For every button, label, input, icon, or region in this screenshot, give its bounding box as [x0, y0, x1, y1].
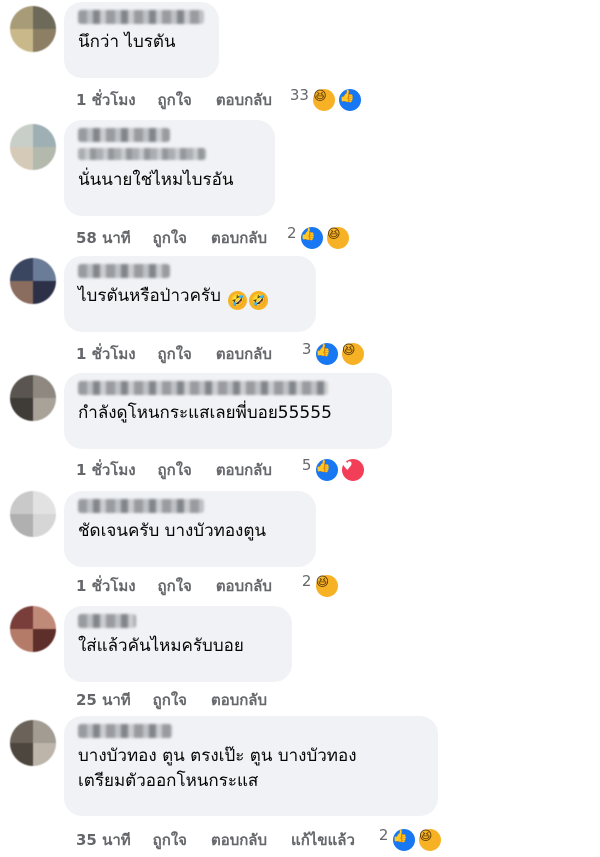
- like-reaction-icon: 👍: [313, 341, 340, 367]
- reply-button[interactable]: ตอบกลับ: [211, 226, 267, 250]
- like-reaction-icon: 👍: [313, 457, 340, 483]
- timestamp[interactable]: 1 ชั่วโมง: [76, 574, 136, 598]
- comment-text: กำลังดูโหนกระแสเลยพี่บอย55555: [78, 403, 332, 423]
- avatar[interactable]: [10, 124, 56, 170]
- blurred-author-name[interactable]: [78, 614, 136, 628]
- reply-button[interactable]: ตอบกลับ: [211, 688, 267, 712]
- haha-reaction-icon: 😆: [416, 827, 443, 853]
- avatar[interactable]: [10, 6, 56, 52]
- avatar[interactable]: [10, 491, 56, 537]
- blurred-author-name[interactable]: [78, 264, 170, 278]
- like-button[interactable]: ถูกใจ: [153, 226, 187, 250]
- comment-text: นึกว่า ไบรตัน: [78, 32, 176, 52]
- avatar[interactable]: [10, 720, 56, 766]
- rolling-laughing-emoji-icon: 🤣: [249, 291, 269, 310]
- comment-text: บางบัวทอง ตูน ตรงเป๊ะ ตูน บางบัวทอง เตรี…: [78, 746, 357, 791]
- timestamp[interactable]: 35 นาที: [76, 828, 131, 852]
- reaction-count: 33: [289, 86, 309, 104]
- reaction-count: 2: [378, 826, 389, 844]
- reply-button[interactable]: ตอบกลับ: [216, 458, 272, 482]
- reaction-count: 5: [301, 456, 312, 474]
- blurred-author-name[interactable]: [78, 381, 328, 395]
- comment-actions: 1 ชั่วโมง ถูกใจ ตอบกลับ 2 😆: [76, 572, 340, 599]
- blurred-author-name[interactable]: [78, 128, 170, 142]
- reply-button[interactable]: ตอบกลับ: [216, 574, 272, 598]
- reply-button[interactable]: ตอบกลับ: [216, 88, 272, 112]
- blurred-author-name: [78, 148, 206, 160]
- timestamp[interactable]: 1 ชั่วโมง: [76, 88, 136, 112]
- haha-reaction-icon: 😆: [339, 341, 366, 367]
- comment-bubble: ชัดเจนครับ บางบัวทองตูน: [64, 491, 316, 567]
- comment-actions: 1 ชั่วโมง ถูกใจ ตอบกลับ 3 👍 😆: [76, 340, 366, 367]
- like-button[interactable]: ถูกใจ: [158, 574, 192, 598]
- comment-bubble: บางบัวทอง ตูน ตรงเป๊ะ ตูน บางบัวทอง เตรี…: [64, 716, 438, 816]
- reply-button[interactable]: ตอบกลับ: [211, 828, 267, 852]
- rolling-laughing-emoji-icon: 🤣: [228, 291, 248, 310]
- reaction-count: 2: [287, 224, 297, 242]
- timestamp[interactable]: 1 ชั่วโมง: [76, 342, 136, 366]
- haha-reaction-icon: 😆: [311, 87, 338, 113]
- comment-bubble: นึกว่า ไบรตัน: [64, 2, 219, 78]
- blurred-author-name[interactable]: [78, 724, 172, 738]
- comment-actions: 25 นาที ถูกใจ ตอบกลับ: [76, 688, 291, 712]
- like-reaction-icon: 👍: [390, 827, 417, 853]
- comment-actions: 35 นาที ถูกใจ ตอบกลับ แก้ไขแล้ว 2 👍 😆: [76, 826, 443, 853]
- comment-actions: 1 ชั่วโมง ถูกใจ ตอบกลับ 33 😆 👍: [76, 86, 364, 113]
- blurred-author-name[interactable]: [78, 10, 204, 24]
- edited-label[interactable]: แก้ไขแล้ว: [291, 828, 355, 852]
- like-button[interactable]: ถูกใจ: [158, 342, 192, 366]
- haha-reaction-icon: 😆: [325, 225, 352, 251]
- reply-button[interactable]: ตอบกลับ: [216, 342, 272, 366]
- comment-text: นั่นนายใช่ไหมไบรอัน: [78, 170, 234, 190]
- comment-bubble: กำลังดูโหนกระแสเลยพี่บอย55555: [64, 373, 392, 449]
- reaction-summary[interactable]: 3 👍 😆: [302, 340, 366, 367]
- comment-text: ใส่แล้วคันไหมครับบอย: [78, 636, 244, 656]
- timestamp[interactable]: 58 นาที: [76, 226, 131, 250]
- like-reaction-icon: 👍: [337, 87, 364, 113]
- comment-bubble: ไบรตันหรือป่าวครับ 🤣 🤣: [64, 256, 316, 332]
- comment-text: ไบรตันหรือป่าวครับ 🤣 🤣: [78, 284, 302, 310]
- comment-bubble: ใส่แล้วคันไหมครับบอย: [64, 606, 292, 682]
- avatar[interactable]: [10, 606, 56, 652]
- like-button[interactable]: ถูกใจ: [158, 88, 192, 112]
- comment-bubble: นั่นนายใช่ไหมไบรอัน: [64, 120, 275, 216]
- like-button[interactable]: ถูกใจ: [153, 688, 187, 712]
- avatar[interactable]: [10, 375, 56, 421]
- reaction-count: 2: [301, 572, 312, 590]
- comment-actions: 58 นาที ถูกใจ ตอบกลับ 2 👍 😆: [76, 224, 352, 251]
- like-button[interactable]: ถูกใจ: [153, 828, 187, 852]
- like-button[interactable]: ถูกใจ: [158, 458, 192, 482]
- reaction-summary[interactable]: 2 👍 😆: [287, 224, 352, 251]
- comment-text: ชัดเจนครับ บางบัวทองตูน: [78, 521, 267, 541]
- timestamp[interactable]: 25 นาที: [76, 688, 131, 712]
- blurred-author-name[interactable]: [78, 499, 204, 513]
- reaction-summary[interactable]: 2 👍 😆: [379, 826, 443, 853]
- reaction-summary[interactable]: 5 👍 ♥: [302, 456, 366, 483]
- reaction-summary[interactable]: 2 😆: [302, 572, 340, 599]
- like-reaction-icon: 👍: [298, 225, 325, 251]
- reaction-count: 3: [301, 340, 312, 358]
- comment-actions: 1 ชั่วโมง ถูกใจ ตอบกลับ 5 👍 ♥: [76, 456, 366, 483]
- reaction-summary[interactable]: 33 😆 👍: [290, 86, 364, 113]
- comment-text-body: ไบรตันหรือป่าวครับ: [78, 286, 221, 306]
- haha-reaction-icon: 😆: [313, 573, 340, 599]
- love-reaction-icon: ♥: [339, 457, 366, 483]
- timestamp[interactable]: 1 ชั่วโมง: [76, 458, 136, 482]
- avatar[interactable]: [10, 258, 56, 304]
